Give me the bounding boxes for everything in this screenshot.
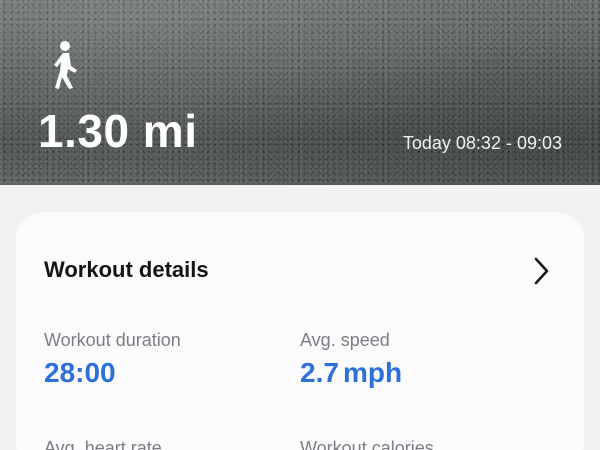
workout-duration-number: 28:00 xyxy=(44,357,116,388)
workout-duration-value: 28:00 xyxy=(44,357,116,389)
card-title: Workout details xyxy=(44,257,209,282)
workout-hero-header: 1.30 mi Today 08:32 - 09:03 xyxy=(0,0,600,185)
walking-person-icon xyxy=(54,41,77,89)
chevron-right-icon[interactable] xyxy=(532,256,550,286)
workout-calories-label: Workout calories xyxy=(300,438,434,450)
avg-speed-value: 2.7 mph xyxy=(300,357,402,389)
avg-speed-number: 2.7 xyxy=(300,357,339,388)
workout-details-card[interactable]: Workout details Workout duration 28:00 A… xyxy=(16,212,584,450)
avg-speed-label: Avg. speed xyxy=(300,330,390,350)
workout-duration-label: Workout duration xyxy=(44,330,181,350)
avg-speed-unit: mph xyxy=(342,357,403,388)
workout-distance: 1.30 mi xyxy=(38,105,198,157)
avg-heart-rate-label: Avg. heart rate xyxy=(44,438,162,450)
workout-time-range: Today 08:32 - 09:03 xyxy=(402,133,562,153)
